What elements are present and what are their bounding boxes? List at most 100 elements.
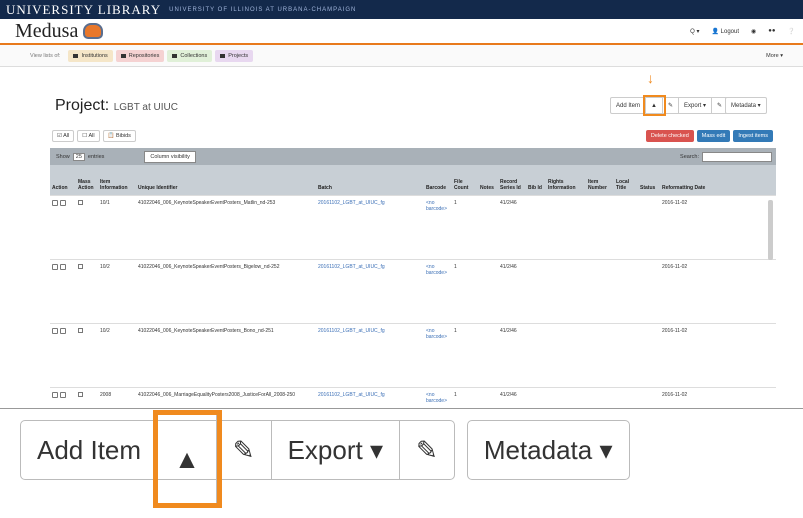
zoomed-toolbar: Add Item ▲ ✎ Export ▾ ✎ Metadata ▾ — [20, 410, 630, 508]
column-header[interactable]: File Count — [452, 165, 478, 195]
pencil-icon: ✎ — [667, 103, 673, 109]
delete-checked-button[interactable]: Delete checked — [645, 130, 694, 142]
status-cell — [638, 194, 660, 259]
scrollbar[interactable] — [768, 200, 773, 260]
search-area: Search: — [680, 151, 776, 162]
subnav-repositories[interactable]: Repositories — [115, 49, 165, 62]
zoom-export-button[interactable]: Export ▾ — [272, 421, 401, 479]
column-header[interactable]: Bib Id — [526, 165, 546, 195]
subnav-projects[interactable]: Projects — [215, 49, 254, 62]
edit-icon[interactable] — [52, 327, 58, 334]
ingest-items-button[interactable]: Ingest items — [733, 130, 773, 142]
column-header[interactable]: Batch — [316, 165, 424, 195]
column-header[interactable]: Mass Action — [76, 165, 98, 195]
zoom-toolbar-group: Add Item ▲ ✎ Export ▾ ✎ — [20, 410, 455, 508]
edit-icon[interactable] — [52, 199, 58, 206]
copy-icon[interactable] — [60, 391, 66, 398]
batch-link[interactable]: 20161102_LGBT_at_UIUC_fg — [316, 322, 424, 387]
column-header[interactable]: Local Title — [614, 165, 638, 195]
metadata-button[interactable]: Metadata ▾ — [726, 98, 766, 113]
item-cell: 10/2 — [98, 258, 136, 323]
notes-cell — [478, 194, 498, 259]
subnav-collections[interactable]: Collections — [167, 49, 213, 62]
batch-link[interactable]: 20161102_LGBT_at_UIUC_fg — [316, 258, 424, 323]
button-label: Bibids — [115, 133, 131, 139]
status-cell — [638, 386, 660, 408]
barcode-link[interactable]: <no barcode> — [424, 194, 452, 259]
uid-cell: 41022046_006_MarriageEqualityPosters2008… — [136, 386, 316, 408]
column-header[interactable]: Barcode — [424, 165, 452, 195]
rights-cell — [546, 386, 586, 408]
dashboard-icon[interactable]: ◉ — [751, 28, 756, 35]
page-subtitle: LGBT at UIUC — [113, 102, 178, 113]
edit-icon[interactable] — [52, 263, 58, 270]
zoom-edit-button[interactable]: ✎ — [217, 421, 272, 479]
row-checkbox[interactable] — [78, 263, 83, 269]
upload-icon: ▲ — [174, 443, 200, 474]
university-subtitle: UNIVERSITY OF ILLINOIS AT URBANA-CHAMPAI… — [169, 6, 357, 13]
institution-icon — [73, 53, 79, 58]
barcode-link[interactable]: <no barcode> — [424, 258, 452, 323]
add-item-button[interactable]: Add Item — [611, 98, 647, 113]
zoom-metadata-button[interactable]: Metadata ▾ — [468, 421, 629, 479]
column-header[interactable]: Notes — [478, 165, 498, 195]
batch-link[interactable]: 20161102_LGBT_at_UIUC_fg — [316, 194, 424, 259]
upload-button[interactable]: ▲ — [643, 95, 666, 116]
edit-button[interactable]: ✎ — [663, 98, 679, 113]
search-input[interactable] — [702, 151, 772, 162]
rights-cell — [546, 322, 586, 387]
logout-link[interactable]: 👤 Logout — [712, 28, 740, 35]
copy-icon[interactable] — [60, 199, 66, 206]
zoom-add-item-button[interactable]: Add Item — [21, 421, 159, 479]
edit-icon[interactable] — [52, 391, 58, 398]
button-label: All — [63, 133, 70, 139]
mass-action-cell — [76, 258, 98, 323]
column-header[interactable]: Status — [638, 165, 660, 195]
help-icon[interactable]: ❔ — [788, 28, 795, 35]
uid-cell: 41022046_006_KeynoteSpeakerEventPosters_… — [136, 258, 316, 323]
university-logo[interactable]: UNIVERSITY LIBRARY — [6, 2, 161, 18]
local-title-cell — [614, 386, 638, 408]
brand-name: Medusa — [15, 19, 79, 42]
batch-link[interactable]: 20161102_LGBT_at_UIUC_fg — [316, 386, 424, 408]
subnav-item-label: Institutions — [81, 52, 108, 59]
subnav-label: View lists of: — [30, 52, 61, 59]
zoom-upload-button[interactable]: ▲ — [153, 410, 222, 508]
column-header[interactable]: Item Number — [586, 165, 614, 195]
copy-icon[interactable] — [60, 263, 66, 270]
row-checkbox[interactable] — [78, 391, 83, 397]
brand[interactable]: Medusa — [15, 19, 104, 43]
edit-icon: ✎ — [416, 434, 438, 465]
column-header[interactable]: Reformatting Date — [660, 165, 776, 195]
more-menu[interactable]: More ▾ — [766, 53, 783, 59]
column-visibility-button[interactable]: Column visibility — [144, 150, 196, 163]
notes-cell — [478, 258, 498, 323]
zoom-edit-box-button[interactable]: ✎ — [400, 421, 454, 479]
row-checkbox[interactable] — [78, 199, 83, 205]
barcode-link[interactable]: <no barcode> — [424, 386, 452, 408]
subnav-institutions[interactable]: Institutions — [68, 49, 113, 62]
mass-edit-button[interactable]: Mass edit — [696, 130, 731, 142]
users-icon[interactable]: ●● — [768, 28, 775, 34]
search-label: Search: — [680, 153, 699, 160]
export-button[interactable]: Export ▾ — [679, 98, 713, 113]
column-header[interactable]: Unique Identifier — [136, 165, 316, 195]
column-header[interactable]: Item Information — [98, 165, 136, 195]
column-header[interactable]: Rights Information — [546, 165, 586, 195]
edit-icon: ✎ — [717, 103, 723, 109]
copy-icon[interactable] — [60, 327, 66, 334]
medusa-logo-icon — [83, 23, 104, 39]
bibids-button[interactable]: 📋 Bibids — [102, 130, 136, 142]
check-all-button[interactable]: ☑ All — [52, 130, 75, 142]
item-number-cell — [586, 194, 614, 259]
logout-label: Logout — [720, 28, 740, 35]
barcode-link[interactable]: <no barcode> — [424, 322, 452, 387]
row-checkbox[interactable] — [78, 327, 83, 333]
column-header[interactable]: Record Series Id — [498, 165, 526, 195]
page-size-select[interactable]: 25 — [72, 152, 85, 161]
rights-cell — [546, 258, 586, 323]
search-menu[interactable]: Q ▾ — [690, 28, 699, 35]
mass-action-cell — [76, 386, 98, 408]
uncheck-all-button[interactable]: ☐ All — [77, 130, 100, 142]
column-header[interactable]: Action — [50, 165, 76, 195]
